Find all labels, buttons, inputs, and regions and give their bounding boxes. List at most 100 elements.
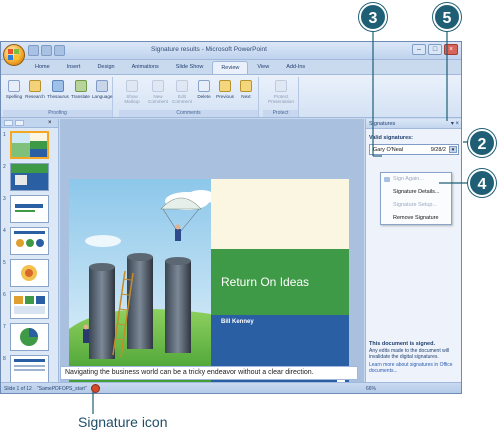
next-comment-icon (240, 80, 252, 92)
slide-thumbnail-art (11, 356, 48, 382)
spelling-button[interactable]: Spelling (5, 80, 23, 99)
research-icon (29, 80, 41, 92)
zoom-level[interactable]: 66% (366, 386, 376, 392)
tab-view[interactable]: View (249, 61, 277, 74)
slide-number: 1 (3, 132, 6, 138)
slide-number: 6 (3, 292, 6, 298)
translate-button[interactable]: Translate (70, 80, 91, 99)
slides-pane-tabs: × (1, 119, 58, 128)
slide-thumbnail-art (11, 324, 48, 350)
slide-thumbnail-art (11, 164, 48, 190)
window-controls: – □ × (412, 44, 458, 55)
protect-presentation-button[interactable]: Protect Presentation (266, 80, 296, 104)
save-icon[interactable] (28, 45, 39, 56)
sign-icon (384, 177, 390, 182)
office-button[interactable] (3, 44, 25, 66)
slide-thumbnail-6[interactable] (10, 291, 49, 319)
tab-slide-show[interactable]: Slide Show (168, 61, 212, 74)
tab-animations[interactable]: Animations (124, 61, 167, 74)
translate-icon (74, 80, 87, 92)
tab-design[interactable]: Design (89, 61, 122, 74)
tab-insert[interactable]: Insert (59, 61, 89, 74)
show-markup-icon (126, 80, 138, 92)
spelling-icon (8, 80, 20, 92)
signatures-pane-title: Signatures (369, 121, 396, 127)
thesaurus-button[interactable]: Thesaurus (47, 80, 69, 99)
tab-add-ins[interactable]: Add-Ins (278, 61, 313, 74)
signatures-pane: Signatures ▾ × Valid signatures: Gary O'… (365, 119, 461, 383)
language-icon (96, 80, 108, 92)
previous-comment-button[interactable]: Previous (215, 80, 235, 99)
slide-thumbnail-4[interactable] (10, 227, 49, 255)
thesaurus-icon (52, 80, 64, 92)
tab-home[interactable]: Home (27, 61, 58, 74)
slide-thumbnail-7[interactable] (10, 323, 49, 351)
close-pane-icon[interactable]: × (48, 120, 56, 126)
slide-number: 7 (3, 324, 6, 330)
ribbon-tabs: Home Insert Design Animations Slide Show… (27, 61, 313, 74)
slide-number: 3 (3, 196, 6, 202)
protect-group: Protect Presentation Protect (263, 77, 299, 117)
signature-icon[interactable] (91, 384, 100, 393)
slide-thumbnail-1[interactable] (10, 131, 49, 159)
signature-details-menu-item[interactable]: Signature Details... (381, 186, 451, 199)
delete-comment-button[interactable]: Delete (195, 80, 213, 99)
edit-comment-icon (176, 80, 188, 92)
callout-4: 4 (468, 169, 496, 197)
signer-name: Gary O'Neal (373, 147, 404, 153)
show-markup-button[interactable]: Show Markup (122, 80, 142, 104)
learn-more-link[interactable]: Learn more about signatures in Office do… (369, 362, 459, 374)
signature-setup-menu-item[interactable]: Signature Setup... (381, 199, 451, 212)
sign-again-menu-item[interactable]: Sign Again... (381, 173, 451, 186)
slide-thumbnail-art (12, 133, 47, 157)
title-bar: Signature results - Microsoft PowerPoint… (1, 42, 461, 60)
language-button[interactable]: Language (92, 80, 112, 99)
slide-thumbnail-3[interactable] (10, 195, 49, 223)
slide-subtitle: Bill Kenney (221, 319, 254, 325)
slide-number: 8 (3, 356, 6, 362)
remove-signature-menu-item[interactable]: Remove Signature (381, 212, 451, 225)
slide-count: Slide 1 of 12 (4, 386, 32, 392)
redo-icon[interactable] (54, 45, 65, 56)
slide-number: 2 (3, 164, 6, 170)
signature-entry[interactable]: Gary O'Neal 9/28/2 ▾ (369, 144, 459, 155)
new-comment-button[interactable]: New Comment (147, 80, 169, 104)
research-button[interactable]: Research (25, 80, 45, 99)
office-logo-icon (8, 49, 19, 60)
edit-comment-button[interactable]: Edit Comment (171, 80, 193, 104)
minimize-button[interactable]: – (412, 44, 426, 55)
slide-thumbnail-art (11, 196, 48, 222)
signed-notice: This document is signed. (369, 341, 436, 347)
maximize-button[interactable]: □ (428, 44, 442, 55)
signature-icon-caption: Signature icon (78, 414, 168, 430)
ribbon: Spelling Research Thesaurus Translate La… (1, 74, 461, 118)
slide-thumbnail-8[interactable] (10, 355, 49, 383)
valid-signatures-label: Valid signatures: (369, 135, 414, 141)
comments-group: Show Markup New Comment Edit Comment Del… (119, 77, 259, 117)
powerpoint-window: Signature results - Microsoft PowerPoint… (0, 41, 462, 394)
chevron-down-icon[interactable]: ▾ (449, 146, 457, 153)
protect-icon (275, 80, 287, 92)
next-comment-button[interactable]: Next (237, 80, 255, 99)
slide-thumbnail-2[interactable] (10, 163, 49, 191)
callout-5: 5 (433, 3, 461, 31)
slide-thumbnail-art (11, 292, 48, 318)
current-slide[interactable]: Return On Ideas Bill Kenney 1 (69, 179, 349, 386)
callout-2: 2 (468, 129, 496, 157)
signatures-pane-header: Signatures ▾ × (366, 119, 461, 129)
slide-number: 4 (3, 228, 6, 234)
notes-pane[interactable]: Navigating the business world can be a t… (60, 366, 358, 380)
tab-review[interactable]: Review (212, 61, 249, 74)
signature-context-menu: Sign Again... Signature Details... Signa… (380, 172, 452, 225)
signature-date: 9/28/2 (430, 147, 446, 153)
delete-comment-icon (198, 80, 210, 92)
slides-tab[interactable] (4, 120, 13, 126)
slide-thumbnail-5[interactable] (10, 259, 49, 287)
previous-comment-icon (219, 80, 231, 92)
slides-thumbnail-pane: × 1 2 3 4 5 6 7 8 (1, 119, 59, 383)
proofing-group-label: Proofing (3, 110, 112, 117)
close-button[interactable]: × (444, 44, 458, 55)
close-pane-icon[interactable]: ▾ × (451, 120, 459, 127)
undo-icon[interactable] (41, 45, 52, 56)
outline-tab[interactable] (15, 120, 24, 126)
